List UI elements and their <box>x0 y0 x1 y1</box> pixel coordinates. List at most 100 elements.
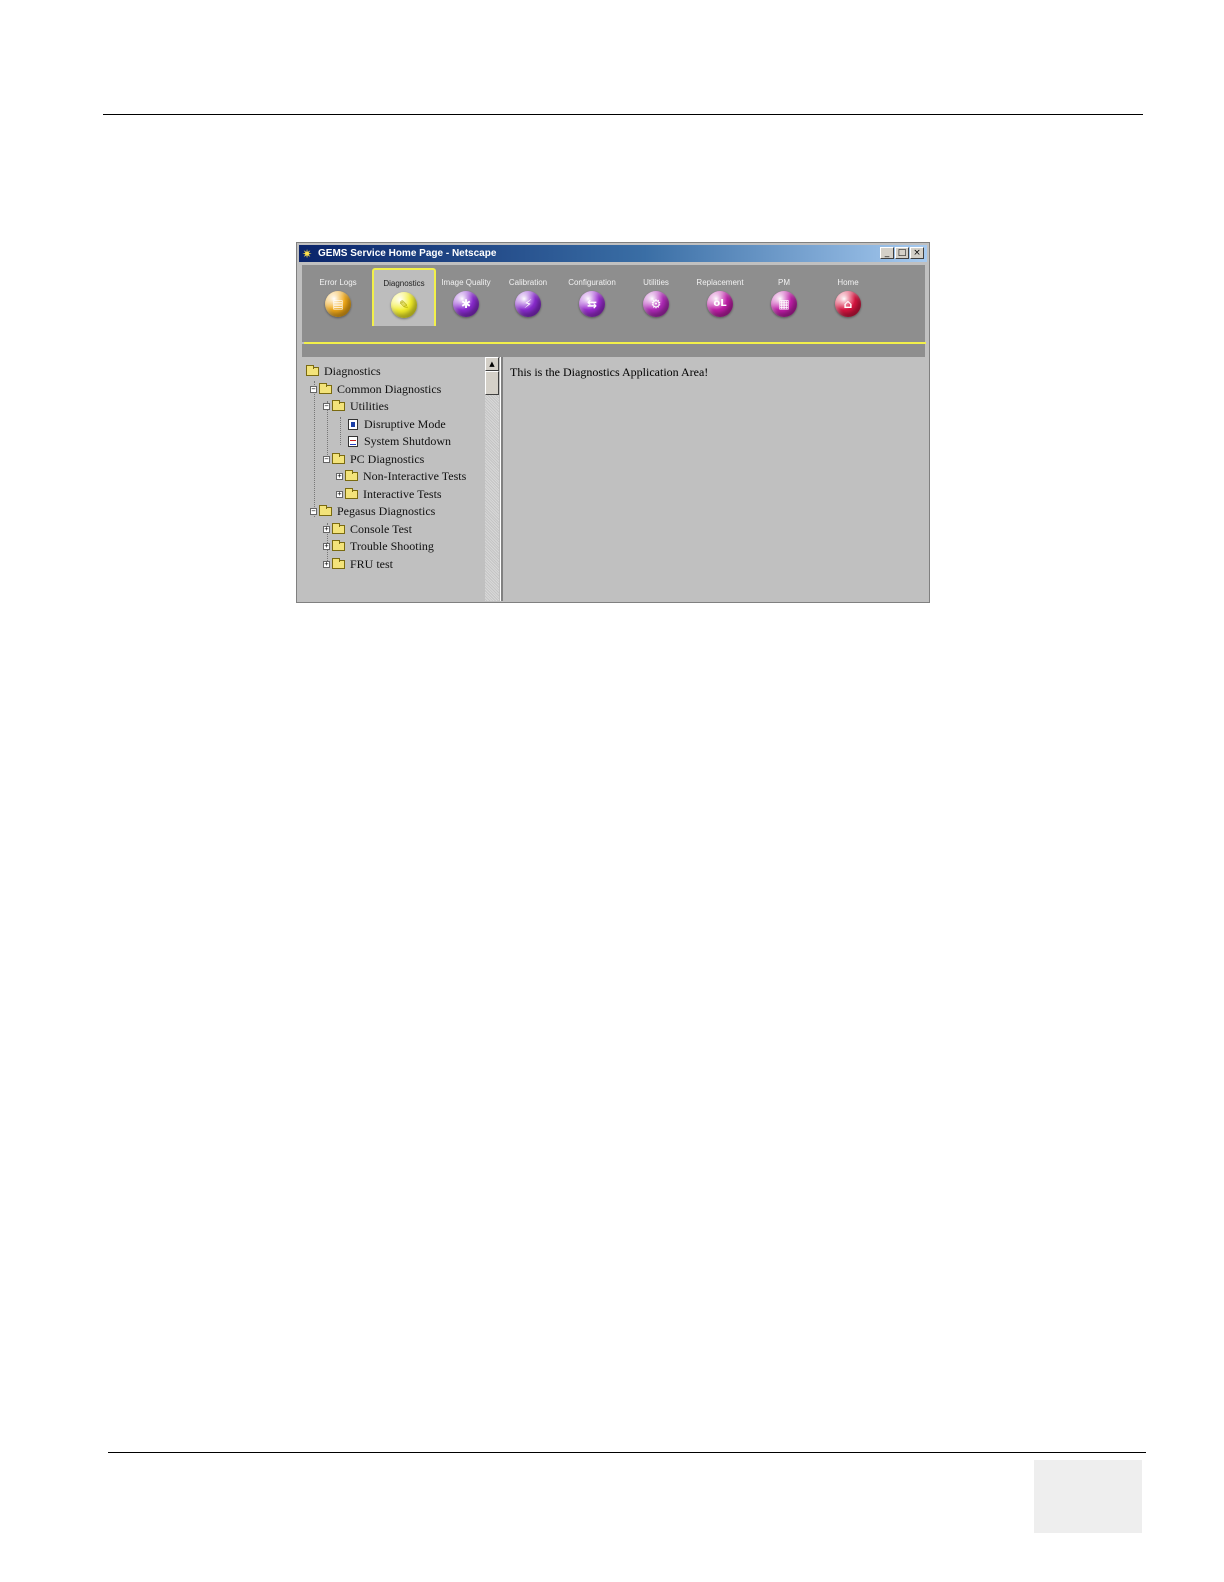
page-icon <box>348 418 358 430</box>
window-title: GEMS Service Home Page - Netscape <box>318 248 497 259</box>
tree-item-label: Common Diagnostics <box>337 381 442 396</box>
tree-item-diagnostics[interactable]: Diagnostics <box>306 363 381 380</box>
tree-item-label: System Shutdown <box>364 434 452 448</box>
tab-error-logs[interactable]: Error Logs ▤ <box>308 269 368 323</box>
tree-item-label: Pegasus Diagnostics <box>337 504 436 518</box>
open-folder-icon <box>319 382 332 394</box>
tree-item-fru-test[interactable]: + FRU test <box>323 556 393 573</box>
tab-label: Image Quality <box>441 278 491 287</box>
collapse-icon[interactable]: − <box>323 455 330 463</box>
diagnostics-icon[interactable]: ✎ <box>391 292 417 318</box>
replacement-icon[interactable]: oL <box>707 291 733 317</box>
collapse-icon[interactable]: − <box>310 385 317 393</box>
tree-item-interactive-tests[interactable]: + Interactive Tests <box>336 486 442 503</box>
header-rule <box>103 114 1143 115</box>
expand-icon[interactable]: + <box>323 525 330 533</box>
tab-glyph: ⇆ <box>586 297 598 311</box>
navigation-tree: Diagnostics − Common Diagnostics − Utilities… <box>300 357 486 601</box>
tab-glyph: ✎ <box>398 298 410 312</box>
tree-item-pc-diagnostics[interactable]: − PC Diagnostics <box>323 451 424 468</box>
tab-glyph: ▦ <box>778 297 790 311</box>
tree-item-console-test[interactable]: + Console Test <box>323 521 412 538</box>
tab-label: Configuration <box>568 278 616 287</box>
home-icon[interactable]: ⌂ <box>835 291 861 317</box>
tree-connector <box>340 417 341 445</box>
open-folder-icon <box>319 505 332 516</box>
maximize-button[interactable]: □ <box>895 247 909 259</box>
expand-icon[interactable]: + <box>336 473 343 480</box>
tab-calibration[interactable]: Calibration ⚡ <box>498 269 558 323</box>
browser-window: ✷ GEMS Service Home Page - Netscape _ □ … <box>296 242 930 603</box>
title-bar[interactable]: ✷ GEMS Service Home Page - Netscape _ □ … <box>299 245 927 262</box>
tree-item-system-shutdown[interactable]: System Shutdown <box>348 433 451 450</box>
open-folder-icon <box>306 365 319 376</box>
close-button[interactable]: × <box>910 247 924 259</box>
tab-label: PM <box>778 278 790 287</box>
tab-glyph: ✱ <box>460 297 472 311</box>
tab-replacement[interactable]: Replacement oL <box>690 269 750 323</box>
tree-item-label: Disruptive Mode <box>364 416 446 431</box>
application-area-message: This is the Diagnostics Application Area… <box>510 365 709 379</box>
tree-item-label: Trouble Shooting <box>350 539 434 553</box>
tree-item-disruptive-mode[interactable]: Disruptive Mode <box>348 416 446 433</box>
application-area: This is the Diagnostics Application Area… <box>503 357 927 601</box>
tab-pm[interactable]: PM ▦ <box>754 269 814 323</box>
tab-image-quality[interactable]: Image Quality ✱ <box>436 269 496 323</box>
open-folder-icon <box>332 452 345 464</box>
calibration-icon[interactable]: ⚡ <box>515 291 541 317</box>
tab-glyph: ⚡ <box>523 297 533 311</box>
tree-item-label: Interactive Tests <box>363 486 442 501</box>
tab-glyph: ⚙ <box>650 297 662 311</box>
tree-item-common-diagnostics[interactable]: − Common Diagnostics <box>310 381 441 398</box>
tree-item-trouble-shooting[interactable]: + Trouble Shooting <box>323 538 434 555</box>
folder-icon <box>332 540 345 551</box>
tree-item-utilities[interactable]: − Utilities <box>323 398 389 415</box>
tab-home[interactable]: Home ⌂ <box>818 269 878 323</box>
tree-item-non-interactive-tests[interactable]: + Non-Interactive Tests <box>336 468 466 485</box>
sub-toolbar <box>302 344 925 358</box>
service-toolbar: Error Logs ▤ Diagnostics ✎ Image Quality ✱ Cal… <box>302 265 926 344</box>
tab-label: Home <box>837 278 859 287</box>
tree-item-pegasus-diagnostics[interactable]: − Pegasus Diagnostics <box>310 503 435 520</box>
tab-label: Calibration <box>508 278 548 287</box>
tree-item-label: FRU test <box>350 556 394 571</box>
tab-configuration[interactable]: Configuration ⇆ <box>562 269 622 323</box>
scroll-up-arrow[interactable]: ▲ <box>485 357 499 371</box>
tree-item-label: Diagnostics <box>324 364 381 378</box>
window-controls: _ □ × <box>880 247 924 259</box>
collapse-icon[interactable]: − <box>323 403 330 410</box>
tree-item-label: Non-Interactive Tests <box>363 469 467 483</box>
tab-glyph: oL <box>713 298 727 309</box>
toolbar-tabs: Error Logs ▤ Diagnostics ✎ Image Quality ✱ Cal… <box>302 265 925 342</box>
folder-icon <box>332 522 345 534</box>
error-logs-icon[interactable]: ▤ <box>325 291 351 317</box>
configuration-icon[interactable]: ⇆ <box>579 291 605 317</box>
image-quality-icon[interactable]: ✱ <box>453 291 479 317</box>
open-folder-icon <box>332 400 345 411</box>
utilities-icon[interactable]: ⚙ <box>643 291 669 317</box>
expand-icon[interactable]: + <box>336 490 343 498</box>
folder-icon <box>345 487 358 499</box>
tab-label: Error Logs <box>319 278 357 287</box>
minimize-button[interactable]: _ <box>880 247 894 259</box>
expand-icon[interactable]: + <box>323 560 330 568</box>
tab-label: Diagnostics <box>383 279 425 288</box>
tab-glyph: ▤ <box>332 297 344 311</box>
tab-utilities[interactable]: Utilities ⚙ <box>626 269 686 323</box>
tab-glyph: ⌂ <box>843 297 853 311</box>
folder-icon <box>345 470 358 481</box>
tree-item-label: Console Test <box>350 521 412 536</box>
tab-label: Replacement <box>696 278 744 287</box>
page-icon <box>348 436 358 447</box>
expand-icon[interactable]: + <box>323 543 330 550</box>
page-number-box <box>1034 1460 1142 1533</box>
pm-icon[interactable]: ▦ <box>771 291 797 317</box>
tab-diagnostics[interactable]: Diagnostics ✎ <box>372 268 436 326</box>
tab-label: Utilities <box>643 278 669 287</box>
collapse-icon[interactable]: − <box>310 508 317 515</box>
scroll-thumb[interactable] <box>485 371 499 395</box>
netscape-icon: ✷ <box>302 246 313 261</box>
tree-item-label: PC Diagnostics <box>350 451 425 466</box>
tree-item-label: Utilities <box>350 399 389 413</box>
tree-scrollbar[interactable]: ▲ <box>485 357 499 601</box>
